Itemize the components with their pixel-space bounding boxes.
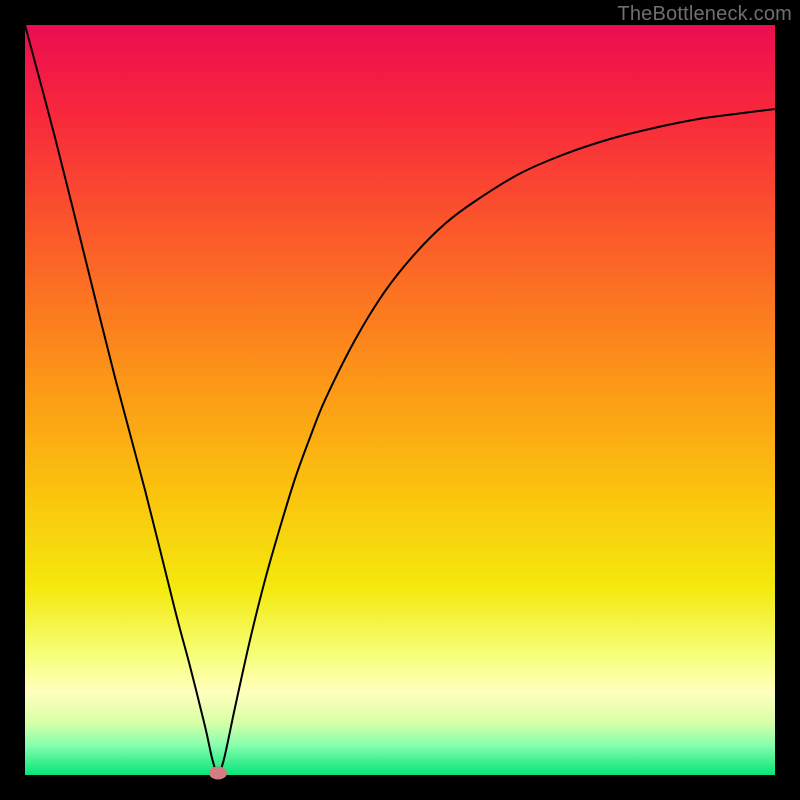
bottleneck-curve	[25, 25, 775, 773]
minimum-marker	[209, 766, 227, 779]
chart-frame: TheBottleneck.com	[0, 0, 800, 800]
watermark-text: TheBottleneck.com	[617, 3, 792, 26]
curve-layer	[25, 25, 775, 775]
